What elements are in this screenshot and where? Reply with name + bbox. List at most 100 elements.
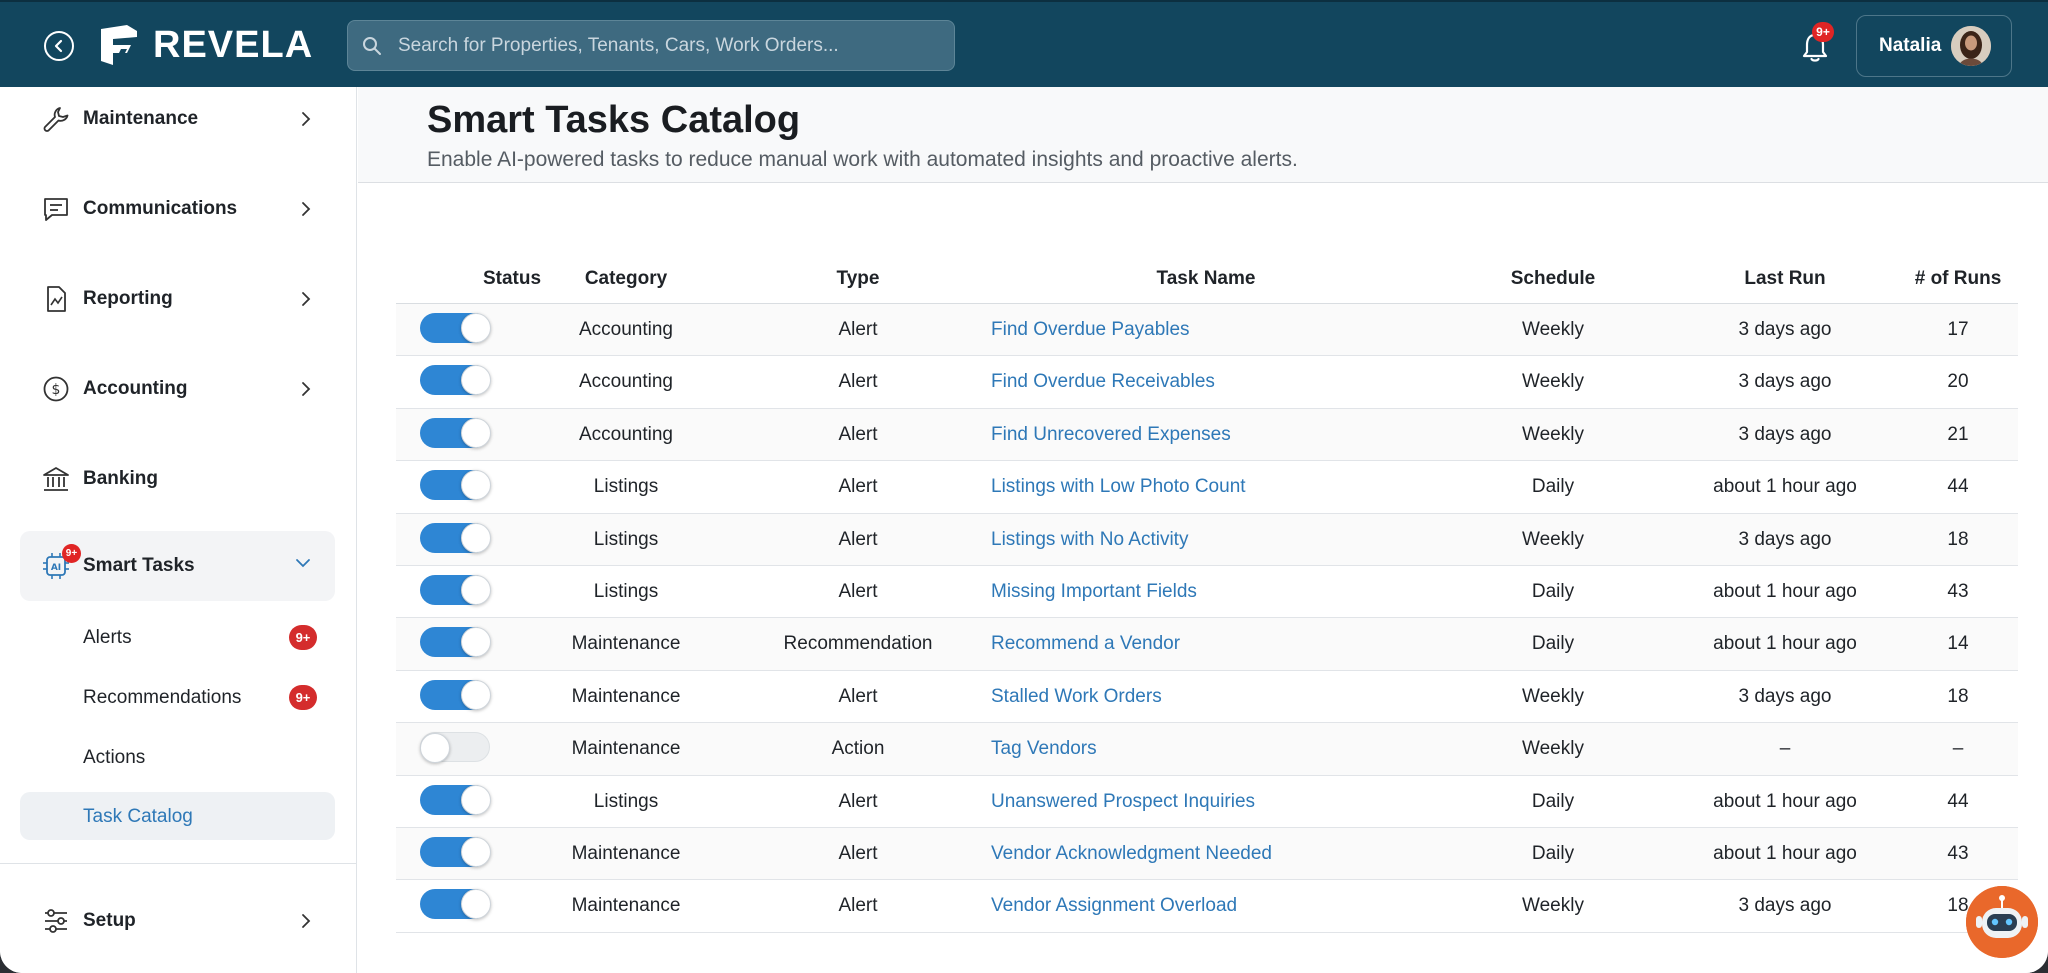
task-name-link[interactable]: Missing Important Fields — [991, 581, 1197, 603]
app-window: REVELA 9+ Natalia — [0, 0, 2048, 973]
top-bar: REVELA 9+ Natalia — [0, 0, 2048, 87]
status-toggle[interactable] — [420, 836, 491, 867]
cell-last-run: 3 days ago — [1738, 895, 1832, 917]
toggle-knob — [461, 574, 491, 605]
column-header-category[interactable]: Category — [585, 268, 667, 290]
chevron-right-icon — [302, 292, 311, 306]
cell-type: Alert — [838, 580, 878, 602]
cell-runs: 14 — [1947, 633, 1969, 655]
cell-type: Recommendation — [783, 633, 933, 655]
status-toggle[interactable] — [420, 417, 491, 448]
sidebar-subitem-task-catalog[interactable]: Task Catalog — [20, 792, 335, 840]
sidebar-item-accounting[interactable]: $ Accounting — [20, 361, 335, 417]
column-header-runs[interactable]: # of Runs — [1915, 268, 2002, 290]
brand-name: REVELA — [153, 23, 314, 66]
cell-category: Maintenance — [571, 633, 681, 655]
sidebar: Maintenance Communications Reporting $ A… — [0, 87, 357, 973]
toggle-knob — [461, 889, 491, 920]
cell-last-run: about 1 hour ago — [1713, 842, 1857, 864]
main-content: Smart Tasks Catalog Enable AI-powered ta… — [358, 87, 2048, 973]
cell-last-run: 3 days ago — [1738, 528, 1832, 550]
table-row: Listings Alert Listings with Low Photo Cou… — [396, 461, 2018, 514]
task-name-link[interactable]: Unanswered Prospect Inquiries — [991, 791, 1255, 813]
sidebar-subitem-label: Actions — [83, 747, 146, 768]
toggle-knob — [461, 679, 491, 710]
column-header-task-name[interactable]: Task Name — [1157, 268, 1256, 290]
user-menu-button[interactable]: Natalia — [1856, 15, 2012, 77]
sidebar-item-setup[interactable]: Setup — [20, 893, 335, 949]
svg-text:$: $ — [52, 382, 61, 398]
sidebar-item-label: Reporting — [83, 288, 173, 309]
chevron-down-icon — [296, 559, 310, 568]
toggle-knob — [461, 417, 491, 448]
cell-runs: – — [1952, 738, 1964, 760]
cell-category: Accounting — [578, 371, 674, 393]
task-name-link[interactable]: Listings with Low Photo Count — [991, 476, 1246, 498]
cell-schedule: Weekly — [1522, 685, 1584, 707]
column-header-schedule[interactable]: Schedule — [1511, 268, 1595, 290]
status-toggle[interactable] — [420, 522, 491, 553]
cell-type: Alert — [838, 528, 878, 550]
status-toggle[interactable] — [420, 470, 491, 501]
search-icon — [363, 37, 381, 55]
chevron-right-icon — [302, 202, 311, 216]
task-name-link[interactable]: Find Overdue Payables — [991, 319, 1190, 341]
cell-schedule: Daily — [1531, 790, 1575, 812]
sidebar-item-maintenance[interactable]: Maintenance — [20, 91, 335, 147]
sidebar-item-label: Communications — [83, 198, 238, 219]
cell-category: Accounting — [578, 423, 674, 445]
page-title: Smart Tasks Catalog — [427, 99, 801, 141]
toggle-knob — [461, 784, 491, 815]
sidebar-subitem-recommendations[interactable]: Recommendations 9+ — [20, 673, 335, 721]
sidebar-item-communications[interactable]: Communications — [20, 181, 335, 237]
status-toggle[interactable] — [420, 627, 491, 658]
sidebar-item-label: Smart Tasks — [83, 555, 195, 576]
task-name-link[interactable]: Recommend a Vendor — [991, 633, 1180, 655]
cell-runs: 18 — [1947, 685, 1969, 707]
toggle-knob — [461, 313, 491, 343]
task-name-link[interactable]: Vendor Assignment Overload — [991, 895, 1237, 917]
status-toggle[interactable] — [420, 313, 491, 343]
sidebar-item-reporting[interactable]: Reporting — [20, 271, 335, 327]
task-name-link[interactable]: Tag Vendors — [991, 738, 1097, 760]
cell-runs: 44 — [1947, 790, 1969, 812]
status-toggle[interactable] — [420, 679, 491, 710]
back-button[interactable] — [44, 31, 74, 61]
task-name-link[interactable]: Find Unrecovered Expenses — [991, 424, 1231, 446]
brand-logo[interactable]: REVELA — [97, 22, 313, 68]
sidebar-subitem-actions[interactable]: Actions — [20, 733, 335, 781]
status-toggle[interactable] — [420, 574, 491, 605]
sidebar-subitem-alerts[interactable]: Alerts 9+ — [20, 613, 335, 661]
sidebar-item-banking[interactable]: Banking — [20, 451, 335, 507]
task-catalog-table: Status Category Type Task Name Schedule … — [396, 254, 2018, 933]
sidebar-subitem-label: Recommendations — [83, 687, 242, 708]
status-toggle[interactable] — [420, 732, 490, 764]
cell-runs: 43 — [1947, 842, 1969, 864]
search-input[interactable] — [398, 21, 938, 70]
column-header-type[interactable]: Type — [837, 268, 880, 290]
cell-schedule: Daily — [1531, 842, 1575, 864]
sidebar-subitem-label: Alerts — [83, 627, 132, 648]
cell-type: Alert — [838, 371, 878, 393]
task-name-link[interactable]: Find Overdue Receivables — [991, 371, 1215, 393]
column-header-last-run[interactable]: Last Run — [1744, 268, 1825, 290]
task-name-link[interactable]: Stalled Work Orders — [991, 686, 1162, 708]
table-row: Maintenance Alert Stalled Work Orders Weekl… — [396, 671, 2018, 724]
recommendations-count-badge: 9+ — [289, 685, 317, 710]
toggle-knob — [461, 522, 491, 553]
status-toggle[interactable] — [420, 365, 491, 396]
sidebar-item-smart-tasks[interactable]: AI 9+ Smart Tasks — [20, 531, 335, 601]
task-name-link[interactable]: Listings with No Activity — [991, 529, 1188, 551]
status-toggle[interactable] — [420, 889, 491, 920]
svg-text:AI: AI — [51, 563, 61, 573]
status-toggle[interactable] — [420, 784, 491, 815]
bank-icon — [43, 467, 69, 491]
cell-runs: 43 — [1947, 580, 1969, 602]
assistant-bot-button[interactable] — [1966, 886, 2038, 958]
task-name-link[interactable]: Vendor Acknowledgment Needed — [991, 843, 1272, 865]
cell-type: Alert — [838, 319, 878, 340]
toggle-knob — [461, 836, 491, 867]
column-header-status[interactable]: Status — [483, 268, 541, 290]
dollar-icon: $ — [43, 376, 69, 402]
global-search[interactable] — [347, 20, 955, 71]
